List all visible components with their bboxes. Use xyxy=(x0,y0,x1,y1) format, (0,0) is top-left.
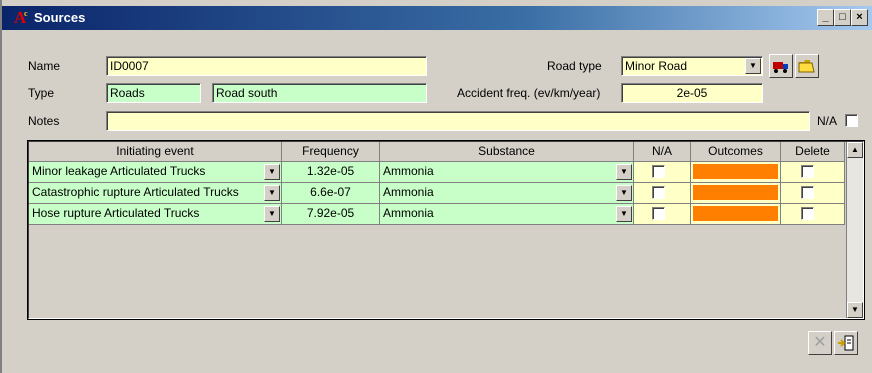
table-row-delete-cell xyxy=(781,183,845,204)
maximize-button[interactable]: □ xyxy=(834,9,851,26)
event-value: Catastrophic rupture Articulated Trucks xyxy=(32,185,239,199)
table-row-delete-cell xyxy=(781,162,845,183)
accident-freq-field[interactable]: 2e-05 xyxy=(621,83,763,103)
accident-freq-label: Accident freq. (ev/km/year) xyxy=(457,86,601,100)
notes-field[interactable] xyxy=(106,111,810,131)
exit-button[interactable] xyxy=(834,331,858,355)
open-folder-button[interactable] xyxy=(795,54,819,78)
table-row-outcomes-cell[interactable] xyxy=(691,204,781,225)
column-header-initiating-event[interactable]: Initiating event xyxy=(29,142,282,162)
delete-button[interactable]: ✕ xyxy=(808,331,832,355)
table-row-na-cell xyxy=(634,162,691,183)
scroll-up-button[interactable]: ▲ xyxy=(847,142,863,158)
title-bar[interactable]: Ac Sources _ □ × xyxy=(2,6,872,30)
row-delete-checkbox[interactable] xyxy=(801,207,814,221)
table-row-outcomes-cell[interactable] xyxy=(691,183,781,204)
open-folder-icon xyxy=(798,60,815,73)
truck-button[interactable] xyxy=(769,54,793,78)
application-logo-icon: Ac xyxy=(14,8,28,27)
table-row-outcomes-cell[interactable] xyxy=(691,162,781,183)
table-row-na-cell xyxy=(634,204,691,225)
chevron-down-icon[interactable]: ▼ xyxy=(264,185,280,201)
row-na-checkbox[interactable] xyxy=(652,207,665,221)
table-row-substance-cell[interactable]: Ammonia ▼ xyxy=(380,162,634,183)
substance-value: Ammonia xyxy=(383,206,434,220)
table-row-frequency-cell[interactable]: 7.92e-05 xyxy=(282,204,380,225)
na-checkbox[interactable] xyxy=(845,114,858,127)
road-type-value: Minor Road xyxy=(625,59,688,73)
chevron-down-icon[interactable]: ▼ xyxy=(616,206,632,222)
vertical-scrollbar[interactable]: ▲ ▼ xyxy=(846,142,863,318)
chevron-down-icon[interactable]: ▼ xyxy=(264,164,280,180)
table-row-substance-cell[interactable]: Ammonia ▼ xyxy=(380,204,634,225)
table-row-frequency-cell[interactable]: 6.6e-07 xyxy=(282,183,380,204)
column-header-delete[interactable]: Delete xyxy=(781,142,845,162)
notes-label: Notes xyxy=(28,114,60,128)
column-header-outcomes[interactable]: Outcomes xyxy=(691,142,781,162)
na-label: N/A xyxy=(817,114,838,128)
sources-window: Ac Sources _ □ × Name Type Notes ID0007 … xyxy=(0,0,872,373)
delete-x-icon: ✕ xyxy=(813,334,827,351)
chevron-down-icon[interactable]: ▼ xyxy=(616,185,632,201)
scroll-down-button[interactable]: ▼ xyxy=(847,302,863,318)
table-row-frequency-cell[interactable]: 1.32e-05 xyxy=(282,162,380,183)
row-delete-checkbox[interactable] xyxy=(801,165,814,179)
type-field[interactable]: Roads xyxy=(106,83,201,103)
table-row-substance-cell[interactable]: Ammonia ▼ xyxy=(380,183,634,204)
row-na-checkbox[interactable] xyxy=(652,186,665,200)
type-detail-field[interactable]: Road south xyxy=(212,83,427,103)
type-label: Type xyxy=(28,86,55,100)
exit-icon xyxy=(838,335,854,351)
table-row-event-cell[interactable]: Minor leakage Articulated Trucks ▼ xyxy=(29,162,282,183)
table-row-event-cell[interactable]: Hose rupture Articulated Trucks ▼ xyxy=(29,204,282,225)
chevron-down-icon[interactable]: ▼ xyxy=(745,58,761,74)
column-header-na[interactable]: N/A xyxy=(634,142,691,162)
road-type-select[interactable]: Minor Road ▼ xyxy=(621,56,763,76)
row-na-checkbox[interactable] xyxy=(652,165,665,179)
outcomes-button[interactable] xyxy=(693,185,778,200)
substance-value: Ammonia xyxy=(383,164,434,178)
window-title: Sources xyxy=(34,10,86,25)
close-button[interactable]: × xyxy=(851,9,868,26)
event-value: Hose rupture Articulated Trucks xyxy=(32,206,200,220)
truck-icon xyxy=(773,62,788,73)
row-delete-checkbox[interactable] xyxy=(801,186,814,200)
name-label: Name xyxy=(28,59,61,73)
outcomes-button[interactable] xyxy=(693,206,778,221)
table-row-na-cell xyxy=(634,183,691,204)
name-field[interactable]: ID0007 xyxy=(106,56,427,76)
column-header-substance[interactable]: Substance xyxy=(380,142,634,162)
minimize-button[interactable]: _ xyxy=(817,9,834,26)
chevron-down-icon[interactable]: ▼ xyxy=(616,164,632,180)
road-type-label: Road type xyxy=(547,59,602,73)
substance-value: Ammonia xyxy=(383,185,434,199)
column-header-frequency[interactable]: Frequency xyxy=(282,142,380,162)
outcomes-button[interactable] xyxy=(693,164,778,179)
event-value: Minor leakage Articulated Trucks xyxy=(32,164,206,178)
chevron-down-icon[interactable]: ▼ xyxy=(264,206,280,222)
initiating-events-grid: Initiating event Frequency Substance N/A… xyxy=(27,140,865,320)
table-row-event-cell[interactable]: Catastrophic rupture Articulated Trucks … xyxy=(29,183,282,204)
table-row-delete-cell xyxy=(781,204,845,225)
